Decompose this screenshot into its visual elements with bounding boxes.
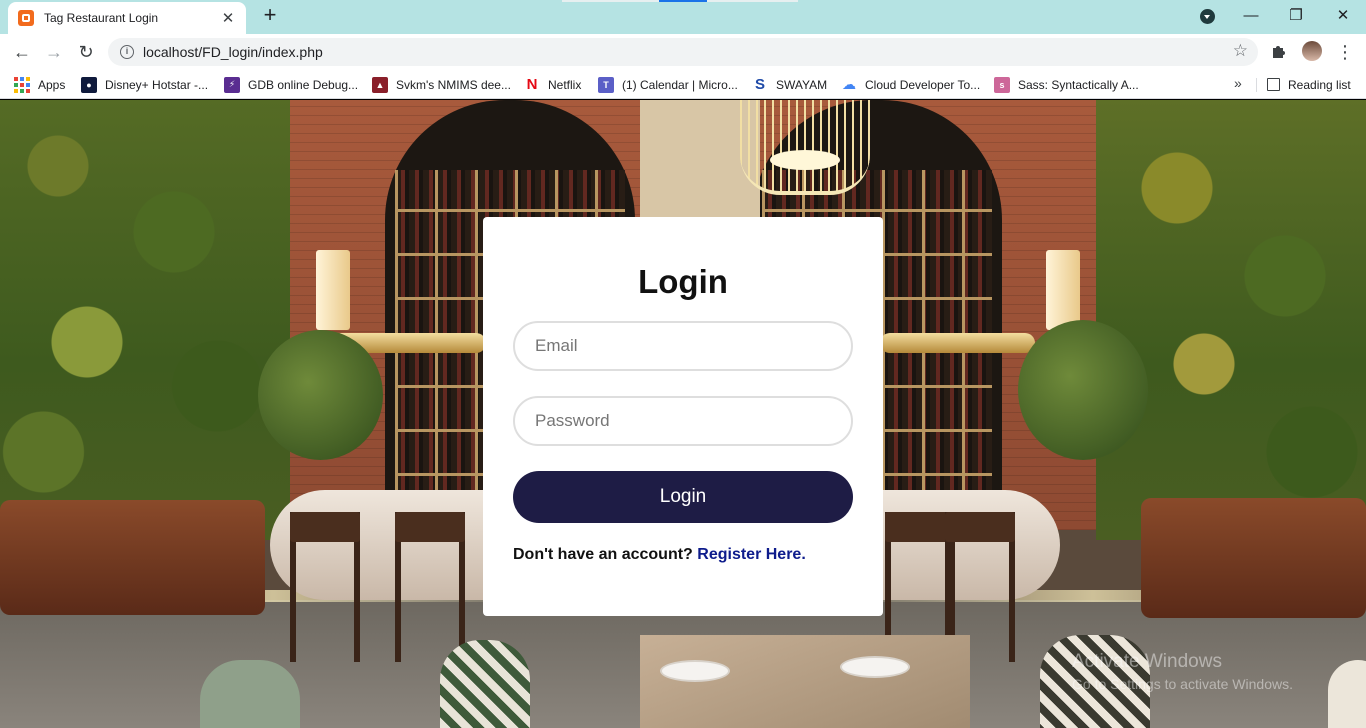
activate-windows-watermark: Activate Windows Go to Settings to activ… <box>1072 651 1293 692</box>
bookmark-star-icon[interactable]: ☆ <box>1233 41 1248 61</box>
address-bar[interactable]: i localhost/FD_login/index.php ☆ <box>108 38 1258 66</box>
register-prompt-text: Don't have an account? <box>513 546 698 563</box>
browser-toolbar: ← → ↻ i localhost/FD_login/index.php ☆ ⋮ <box>0 34 1366 70</box>
watermark-subtitle: Go to Settings to activate Windows. <box>1072 676 1293 692</box>
netflix-icon: N <box>526 76 538 93</box>
xampp-favicon-icon <box>18 10 34 26</box>
bookmark-netflix[interactable]: N Netflix <box>524 76 582 93</box>
bookmark-label: Sass: Syntactically A... <box>1018 77 1139 92</box>
apps-grid-icon <box>14 76 30 93</box>
swayam-icon: S <box>754 76 765 93</box>
login-page: Login Login Don't have an account? Regis… <box>0 100 1366 728</box>
bookmark-label: Svkm's NMIMS dee... <box>396 77 511 92</box>
site-info-icon[interactable]: i <box>120 45 134 59</box>
bookmarks-divider <box>1256 78 1257 92</box>
login-title: Login <box>638 263 728 300</box>
reading-list-icon <box>1267 78 1280 91</box>
email-input[interactable] <box>513 321 853 371</box>
bookmarks-bar: Apps ● Disney+ Hotstar -... ⚡ GDB online… <box>0 70 1366 99</box>
bookmark-gdb[interactable]: ⚡ GDB online Debug... <box>224 76 358 93</box>
bookmark-nmims[interactable]: ▲ Svkm's NMIMS dee... <box>372 76 511 93</box>
bookmark-label: Cloud Developer To... <box>865 77 981 92</box>
bookmarks-overflow-chevron-icon[interactable]: » <box>1234 75 1242 91</box>
register-link[interactable]: Register Here. <box>697 546 806 563</box>
minimize-icon[interactable]: — <box>1229 4 1273 28</box>
reload-icon[interactable]: ↻ <box>73 39 99 65</box>
reading-list-button[interactable]: Reading list <box>1267 76 1351 93</box>
login-card: Login Login Don't have an account? Regis… <box>483 217 883 616</box>
bookmark-label: GDB online Debug... <box>248 77 359 92</box>
browser-tab-bar: Tag Restaurant Login ✕ + — ❐ ✕ <box>0 0 1366 34</box>
gdb-icon: ⚡ <box>224 76 240 93</box>
extensions-puzzle-icon[interactable] <box>1270 42 1288 60</box>
url-text[interactable]: localhost/FD_login/index.php <box>143 44 323 60</box>
close-window-icon[interactable]: ✕ <box>1321 4 1365 28</box>
browser-tab-active[interactable]: Tag Restaurant Login ✕ <box>8 2 246 34</box>
bookmark-sass[interactable]: s Sass: Syntactically A... <box>994 76 1139 93</box>
bookmark-label: Disney+ Hotstar -... <box>105 77 209 92</box>
bookmark-apps[interactable]: Apps <box>14 76 65 93</box>
register-prompt-line: Don't have an account? Register Here. <box>513 546 806 564</box>
password-input[interactable] <box>513 396 853 446</box>
bookmark-label: Netflix <box>548 77 582 92</box>
tab-strip-indicator <box>562 0 798 2</box>
hotstar-icon: ● <box>81 76 97 93</box>
tab-search-dropdown-icon[interactable] <box>1200 9 1215 24</box>
bookmark-hotstar[interactable]: ● Disney+ Hotstar -... <box>81 76 208 93</box>
back-arrow-icon[interactable]: ← <box>9 39 35 65</box>
google-cloud-icon: ☁ <box>842 76 856 92</box>
bookmark-label: (1) Calendar | Micro... <box>622 77 738 92</box>
watermark-title: Activate Windows <box>1072 651 1222 672</box>
nmims-icon: ▲ <box>372 76 388 93</box>
bookmark-label: Apps <box>38 77 66 92</box>
restore-icon[interactable]: ❐ <box>1274 4 1318 28</box>
reading-list-label: Reading list <box>1288 77 1351 92</box>
bookmark-cloud-developer[interactable]: ☁ Cloud Developer To... <box>841 76 980 93</box>
new-tab-plus-icon[interactable]: + <box>258 4 282 28</box>
bookmark-calendar[interactable]: T (1) Calendar | Micro... <box>598 76 738 93</box>
tab-title: Tag Restaurant Login <box>44 11 159 25</box>
kebab-menu-icon[interactable]: ⋮ <box>1336 41 1354 63</box>
login-button[interactable]: Login <box>513 471 853 523</box>
teams-icon: T <box>598 76 614 93</box>
bookmark-swayam[interactable]: S SWAYAM <box>752 76 827 93</box>
sass-icon: s <box>994 76 1010 93</box>
profile-avatar[interactable] <box>1302 41 1322 61</box>
bookmark-label: SWAYAM <box>776 77 828 92</box>
tab-close-icon[interactable]: ✕ <box>220 9 236 27</box>
forward-arrow-icon[interactable]: → <box>41 39 67 65</box>
